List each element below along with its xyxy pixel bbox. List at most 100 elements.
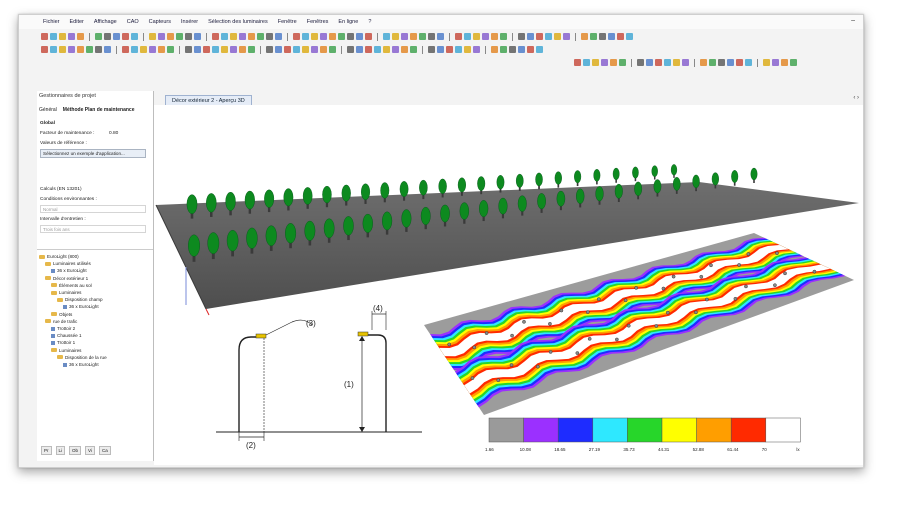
toolbar-tool-icon[interactable] (637, 59, 644, 66)
toolbar-tool-icon[interactable] (392, 33, 399, 40)
toolbar-tool-icon[interactable] (410, 33, 417, 40)
toolbar-tool-icon[interactable] (50, 46, 57, 53)
toolbar-tool-icon[interactable] (284, 46, 291, 53)
select-application-button[interactable]: Sélectionnez un exemple d'application... (40, 149, 146, 158)
toolbar-tool-icon[interactable] (239, 33, 246, 40)
tree-item[interactable]: rue de trafic (45, 319, 77, 324)
toolbar-tool-icon[interactable] (302, 33, 309, 40)
menu-item-1[interactable]: Editer (70, 19, 84, 25)
toolbar-tool-icon[interactable] (428, 33, 435, 40)
toolbar-tool-icon[interactable] (401, 46, 408, 53)
toolbar-tool-icon[interactable] (95, 33, 102, 40)
toolbar-tool-icon[interactable] (664, 59, 671, 66)
toolbar-tool-icon[interactable] (673, 59, 680, 66)
menu-item-7[interactable]: Fenêtre (278, 19, 297, 25)
tab-maintenance-method[interactable]: Méthode Plan de maintenance (63, 107, 135, 113)
tab-general[interactable]: Général (39, 107, 57, 113)
menu-item-4[interactable]: Capteurs (149, 19, 171, 25)
toolbar-tool-icon[interactable] (104, 46, 111, 53)
toolbar-tool-icon[interactable] (122, 33, 129, 40)
menu-item-5[interactable]: Insérer (181, 19, 198, 25)
toolbar-tool-icon[interactable] (185, 33, 192, 40)
toolbar-tool-icon[interactable] (763, 59, 770, 66)
toolbar-tool-icon[interactable] (59, 46, 66, 53)
toolbar-tool-icon[interactable] (536, 46, 543, 53)
toolbar-tool-icon[interactable] (527, 33, 534, 40)
toolbar-tool-icon[interactable] (293, 46, 300, 53)
toolbar-tool-icon[interactable] (230, 46, 237, 53)
toolbar-tool-icon[interactable] (482, 33, 489, 40)
tree-item[interactable]: Luminaires (51, 348, 81, 353)
toolbar-tool-icon[interactable] (619, 59, 626, 66)
toolbar-tool-icon[interactable] (419, 33, 426, 40)
toolbar-tool-icon[interactable] (536, 33, 543, 40)
toolbar-tool-icon[interactable] (248, 33, 255, 40)
toolbar-tool-icon[interactable] (583, 59, 590, 66)
menu-item-3[interactable]: CAO (127, 19, 139, 25)
toolbar-tool-icon[interactable] (149, 33, 156, 40)
tree-item[interactable]: Disposition de la rue (57, 355, 107, 360)
toolbar-tool-icon[interactable] (455, 33, 462, 40)
toolbar-tool-icon[interactable] (194, 46, 201, 53)
toolbar-tool-icon[interactable] (745, 59, 752, 66)
toolbar-tool-icon[interactable] (592, 59, 599, 66)
toolbar-tool-icon[interactable] (682, 59, 689, 66)
toolbar-tool-icon[interactable] (329, 33, 336, 40)
toolbar-tool-icon[interactable] (203, 46, 210, 53)
toolbar-tool-icon[interactable] (113, 33, 120, 40)
toolbar-tool-icon[interactable] (455, 46, 462, 53)
menu-item-0[interactable]: Fichier (43, 19, 60, 25)
panel-bottom-tab[interactable]: Li (55, 446, 66, 455)
tree-item[interactable]: EuroLight (800) (39, 254, 79, 259)
toolbar-tool-icon[interactable] (500, 33, 507, 40)
tab-scroll-icon[interactable]: ‹ › (853, 95, 859, 101)
menu-item-10[interactable]: ? (368, 19, 371, 25)
toolbar-tool-icon[interactable] (41, 46, 48, 53)
toolbar-tool-icon[interactable] (563, 33, 570, 40)
toolbar-tool-icon[interactable] (545, 33, 552, 40)
tree-item[interactable]: 36 x EuroLight (63, 362, 99, 367)
tree-item[interactable]: Trottoir 1 (51, 340, 75, 345)
toolbar-tool-icon[interactable] (104, 33, 111, 40)
tree-item[interactable]: Disposition champ (57, 297, 103, 302)
toolbar-tool-icon[interactable] (194, 33, 201, 40)
toolbar-tool-icon[interactable] (655, 59, 662, 66)
toolbar-tool-icon[interactable] (77, 46, 84, 53)
toolbar-tool-icon[interactable] (158, 46, 165, 53)
toolbar-tool-icon[interactable] (131, 33, 138, 40)
toolbar-tool-icon[interactable] (320, 46, 327, 53)
3d-view[interactable]: (2) (3) (1) (4) 1.66 10.08 18.65 27.19 35.73… (154, 105, 863, 465)
toolbar-tool-icon[interactable] (601, 59, 608, 66)
toolbar-tool-icon[interactable] (275, 46, 282, 53)
toolbar-tool-icon[interactable] (68, 33, 75, 40)
toolbar-tool-icon[interactable] (320, 33, 327, 40)
tree-item[interactable]: Chaussée 1 (51, 333, 82, 338)
toolbar-tool-icon[interactable] (491, 33, 498, 40)
toolbar-tool-icon[interactable] (149, 46, 156, 53)
toolbar-tool-icon[interactable] (221, 33, 228, 40)
toolbar-tool-icon[interactable] (185, 46, 192, 53)
toolbar-tool-icon[interactable] (365, 46, 372, 53)
toolbar-tool-icon[interactable] (158, 33, 165, 40)
toolbar-tool-icon[interactable] (464, 33, 471, 40)
toolbar-tool-icon[interactable] (727, 59, 734, 66)
toolbar-tool-icon[interactable] (464, 46, 471, 53)
toolbar-tool-icon[interactable] (68, 46, 75, 53)
toolbar-tool-icon[interactable] (392, 46, 399, 53)
toolbar-tool-icon[interactable] (140, 46, 147, 53)
tree-item[interactable]: 36 x EuroLight (51, 268, 87, 273)
tree-item[interactable]: Luminaires utilisés (45, 261, 91, 266)
toolbar-tool-icon[interactable] (338, 33, 345, 40)
toolbar-tool-icon[interactable] (248, 46, 255, 53)
toolbar-tool-icon[interactable] (302, 46, 309, 53)
toolbar-tool-icon[interactable] (212, 46, 219, 53)
maintenance-value[interactable]: 0.80 (109, 131, 118, 136)
toolbar-tool-icon[interactable] (437, 46, 444, 53)
toolbar-tool-icon[interactable] (509, 46, 516, 53)
panel-bottom-tab[interactable]: Ob (69, 446, 82, 455)
toolbar-tool-icon[interactable] (275, 33, 282, 40)
toolbar-tool-icon[interactable] (329, 46, 336, 53)
toolbar-tool-icon[interactable] (574, 59, 581, 66)
toolbar-tool-icon[interactable] (50, 33, 57, 40)
environment-field[interactable]: Normal (40, 205, 146, 213)
